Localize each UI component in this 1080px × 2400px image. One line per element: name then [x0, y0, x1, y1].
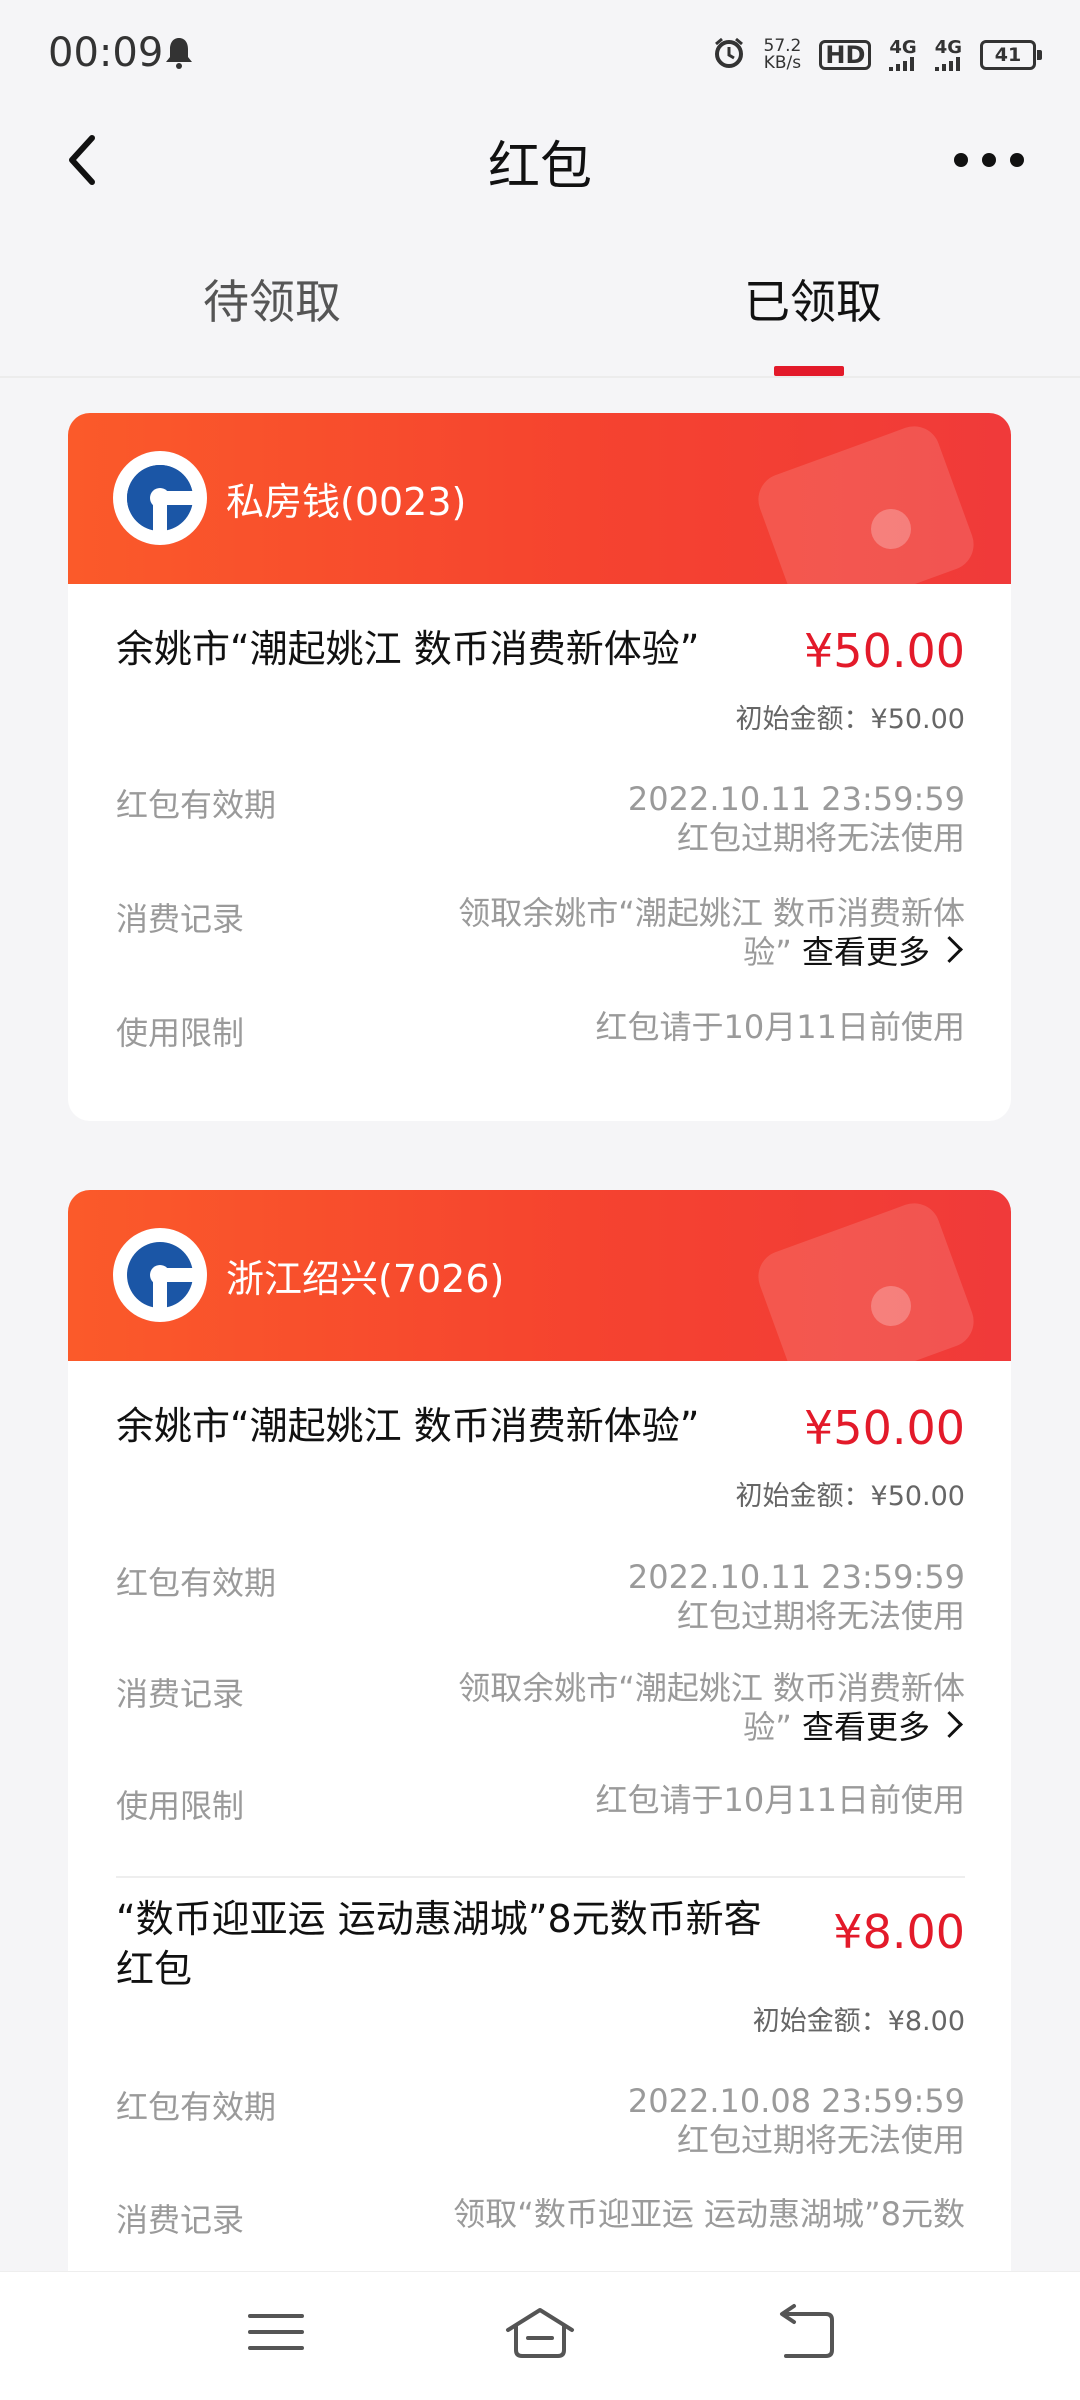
signal-sim1: 4G — [889, 37, 917, 71]
validity-label: 红包有效期 — [116, 1564, 277, 1602]
view-more-label: 查看更多 — [801, 1708, 930, 1746]
card-header: 私房钱(0023) — [68, 413, 1011, 625]
bank-logo-icon — [113, 451, 207, 545]
wallet-name: 浙江绍兴(7026) — [226, 1257, 505, 1301]
limit-value: 红包请于10月11日前使用 — [595, 1008, 965, 1046]
dot-icon — [982, 153, 996, 167]
validity-label: 红包有效期 — [116, 786, 277, 824]
record-line1: 领取余姚市“潮起姚江 数币消费新体 — [458, 1669, 965, 1707]
alarm-icon — [712, 36, 746, 74]
limit-value: 红包请于10月11日前使用 — [595, 1781, 965, 1819]
limit-label: 使用限制 — [116, 1014, 245, 1052]
original-amount: 初始金额：¥50.00 — [735, 1481, 965, 1512]
red-packet-card: 浙江绍兴(7026) 余姚市“潮起姚江 数币消费新体验” ¥50.00 初始金额… — [68, 1190, 1011, 2390]
notification-icon — [164, 36, 194, 74]
item-amount: ¥8.00 — [833, 1905, 965, 1959]
validity-value: 2022.10.08 23:59:59 红包过期将无法使用 — [628, 2082, 965, 2160]
item-title: 余姚市“潮起姚江 数币消费新体验” — [116, 1404, 700, 1448]
network-speed: 57.2 KB/s — [764, 38, 802, 72]
view-more-link[interactable]: 查看更多 — [802, 1708, 965, 1746]
record-label: 消费记录 — [116, 900, 245, 938]
validity-note: 红包过期将无法使用 — [676, 2121, 965, 2159]
home-icon[interactable] — [500, 2302, 580, 2362]
tab-bar: 待领取 已领取 — [0, 230, 1080, 378]
dot-icon — [1010, 153, 1024, 167]
status-time: 00:09 — [48, 30, 164, 76]
wallet-name: 私房钱(0023) — [226, 480, 467, 524]
record-value: 领取余姚市“潮起姚江 数币消费新体 验” 查看更多 — [458, 894, 965, 972]
tab-received[interactable]: 已领取 — [744, 266, 882, 332]
item-title-line2: 红包 — [116, 1947, 193, 1991]
item-title: “数币迎亚运 运动惠湖城”8元数币新客 红包 — [116, 1894, 762, 1994]
tab-pending[interactable]: 待领取 — [203, 266, 341, 332]
validity-value: 2022.10.11 23:59:59 红包过期将无法使用 — [628, 1558, 965, 1636]
status-bar: 00:09 57.2 KB/s HD 4G 4G 41 — [0, 0, 1080, 110]
validity-date: 2022.10.11 23:59:59 — [627, 1558, 965, 1596]
validity-date: 2022.10.11 23:59:59 — [627, 780, 965, 818]
envelope-decoration-dot — [871, 509, 911, 549]
record-value: 领取余姚市“潮起姚江 数币消费新体 验” 查看更多 — [458, 1669, 965, 1747]
signal-icon — [889, 57, 915, 71]
envelope-decoration-dot — [871, 1286, 911, 1326]
chevron-right-icon — [936, 1711, 963, 1738]
navigation-bar: 红包 — [0, 110, 1080, 210]
signal-sim2: 4G — [934, 37, 962, 71]
view-more-link[interactable]: 查看更多 — [802, 933, 965, 971]
item-title-line1: “数币迎亚运 运动惠湖城”8元数币新客 — [116, 1897, 762, 1941]
sim1-type: 4G — [889, 37, 917, 58]
item-amount: ¥50.00 — [804, 624, 965, 678]
item-amount: ¥50.00 — [804, 1401, 965, 1455]
sim2-type: 4G — [934, 37, 962, 58]
original-amount: 初始金额：¥50.00 — [735, 704, 965, 735]
record-line2-text: 验” — [743, 933, 792, 971]
validity-note: 红包过期将无法使用 — [676, 819, 965, 857]
more-options-button[interactable] — [954, 142, 1024, 178]
bank-logo-icon — [113, 1228, 207, 1322]
validity-label: 红包有效期 — [116, 2088, 277, 2126]
record-label: 消费记录 — [116, 1675, 245, 1713]
record-line1: 领取“数币迎亚运 运动惠湖城”8元数 — [453, 2195, 965, 2233]
validity-value: 2022.10.11 23:59:59 红包过期将无法使用 — [628, 780, 965, 858]
system-navigation-bar — [0, 2271, 1080, 2400]
battery-icon: 41 — [980, 40, 1042, 70]
back-icon[interactable] — [766, 2302, 846, 2362]
item-title: 余姚市“潮起姚江 数币消费新体验” — [116, 627, 700, 671]
item-divider — [116, 1876, 965, 1878]
signal-icon — [934, 57, 960, 71]
status-icons: 57.2 KB/s HD 4G 4G 41 — [712, 36, 1042, 74]
record-line2: 验” 查看更多 — [458, 933, 965, 972]
network-speed-unit: KB/s — [763, 53, 802, 73]
hd-badge: HD — [819, 40, 872, 70]
view-more-label: 查看更多 — [801, 933, 930, 971]
record-label: 消费记录 — [116, 2201, 245, 2239]
card-header: 浙江绍兴(7026) — [68, 1190, 1011, 1402]
original-amount: 初始金额：¥8.00 — [752, 2006, 965, 2037]
chevron-right-icon — [936, 936, 963, 963]
record-line2-text: 验” — [743, 1708, 792, 1746]
record-line1: 领取余姚市“潮起姚江 数币消费新体 — [458, 894, 965, 932]
validity-note: 红包过期将无法使用 — [676, 1597, 965, 1635]
limit-label: 使用限制 — [116, 1787, 245, 1825]
menu-icon[interactable] — [236, 2302, 316, 2362]
red-packet-item[interactable]: 余姚市“潮起姚江 数币消费新体验” ¥50.00 初始金额：¥50.00 红包有… — [68, 584, 1011, 1121]
active-tab-indicator — [774, 366, 844, 376]
record-line2: 验” 查看更多 — [458, 1708, 965, 1747]
record-value: 领取“数币迎亚运 运动惠湖城”8元数 — [453, 2195, 965, 2234]
red-packet-card: 私房钱(0023) 余姚市“潮起姚江 数币消费新体验” ¥50.00 初始金额：… — [68, 413, 1011, 1121]
validity-date: 2022.10.08 23:59:59 — [627, 2082, 965, 2120]
page-title: 红包 — [487, 137, 592, 197]
dot-icon — [954, 153, 968, 167]
red-packet-item[interactable]: 余姚市“潮起姚江 数币消费新体验” ¥50.00 初始金额：¥50.00 红包有… — [68, 1361, 1011, 1889]
